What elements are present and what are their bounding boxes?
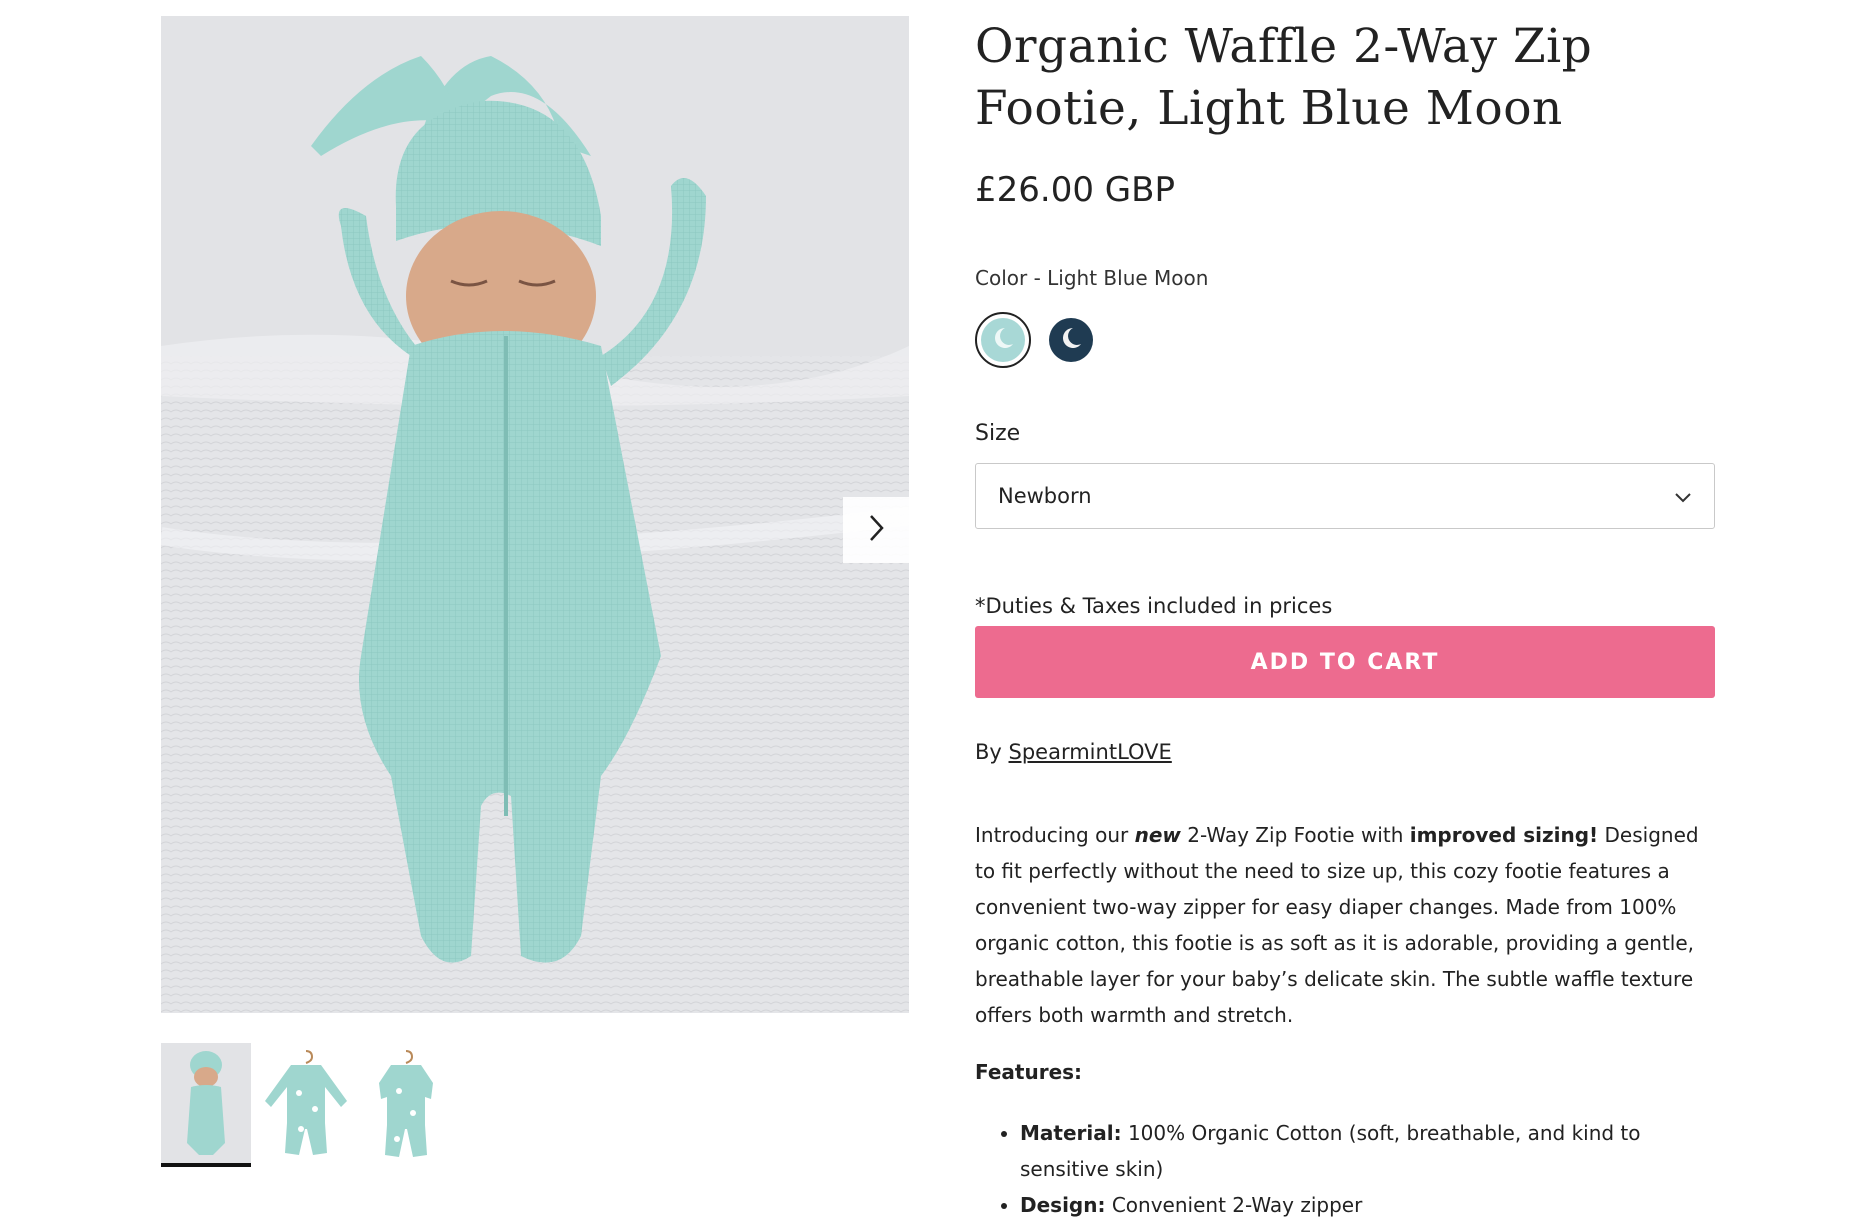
chevron-right-icon (866, 513, 886, 547)
desc-rest: Designed to fit perfectly without the ne… (975, 823, 1699, 1027)
thumbnail-1[interactable] (161, 1043, 251, 1167)
swatch-light-blue-moon[interactable] (975, 312, 1031, 368)
moon-icon (1058, 325, 1084, 355)
feature-item: Design: Convenient 2-Way zipper (1020, 1187, 1715, 1223)
feature-list: Material: 100% Organic Cotton (soft, bre… (975, 1115, 1715, 1223)
swatch-light-blue-moon-fill (981, 318, 1025, 362)
moon-icon (990, 325, 1016, 355)
color-swatches (975, 312, 1099, 368)
feature-text: Convenient 2-Way zipper (1105, 1193, 1363, 1217)
feature-label: Material: (1020, 1121, 1122, 1145)
product-info: Organic Waffle 2-Way Zip Footie, Light B… (975, 16, 1715, 1217)
chevron-down-icon (1674, 484, 1692, 508)
thumbnail-strip (161, 1043, 451, 1167)
vendor-prefix: By (975, 740, 1009, 764)
feature-item: Material: 100% Organic Cotton (soft, bre… (1020, 1115, 1715, 1187)
features-heading: Features: (975, 1060, 1083, 1084)
desc-intro: Introducing our (975, 823, 1135, 847)
thumbnail-2[interactable] (261, 1043, 351, 1163)
product-title: Organic Waffle 2-Way Zip Footie, Light B… (975, 19, 1593, 136)
product-price: £26.00 GBP (975, 170, 1175, 210)
duties-note: *Duties & Taxes included in prices (975, 594, 1333, 618)
vendor-link[interactable]: SpearmintLOVE (1009, 740, 1172, 764)
product-description: Introducing our new 2-Way Zip Footie wit… (975, 817, 1715, 1033)
feature-label: Design: (1020, 1193, 1106, 1217)
thumbnail-3[interactable] (361, 1043, 451, 1163)
size-label: Size (975, 421, 1021, 446)
size-select-value: Newborn (998, 484, 1092, 508)
desc-improved: improved sizing! (1409, 823, 1599, 847)
next-image-button[interactable] (843, 497, 909, 563)
swatch-navy-moon[interactable] (1043, 312, 1099, 368)
color-label: Color - Light Blue Moon (975, 266, 1209, 290)
desc-new: new (1134, 823, 1181, 847)
vendor-line: By SpearmintLOVE (975, 740, 1172, 764)
add-to-cart-button[interactable]: ADD TO CART (975, 626, 1715, 698)
desc-mid: 2-Way Zip Footie with (1180, 823, 1410, 847)
swatch-navy-moon-fill (1049, 318, 1093, 362)
size-select[interactable]: Newborn (975, 463, 1715, 529)
product-main-image[interactable] (161, 16, 909, 1013)
